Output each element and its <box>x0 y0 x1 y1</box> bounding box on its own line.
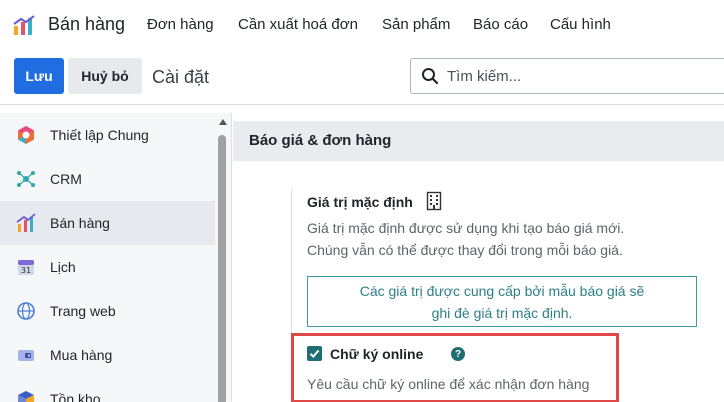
page-title: Cài đặt <box>152 67 210 87</box>
info-text: ghi đè giá trị mặc định. <box>431 304 573 321</box>
search-box[interactable] <box>410 58 724 94</box>
section-header: Báo giá & đơn hàng <box>233 121 724 161</box>
save-button[interactable]: Lưu <box>14 58 64 94</box>
online-signature-label[interactable]: Chữ ký online <box>330 346 423 362</box>
sales-app-icon[interactable] <box>12 14 36 36</box>
menu-products[interactable]: Sản phẩm <box>382 16 450 33</box>
website-app-icon <box>17 302 35 320</box>
inventory-app-icon <box>18 391 34 402</box>
online-signature-description: Yêu cầu chữ ký online để xác nhận đơn hà… <box>307 376 590 392</box>
sidebar-item-label: Lịch <box>50 259 76 275</box>
top-navbar: Bán hàng Đơn hàng Cần xuất hoá đơn Sản p… <box>0 0 724 48</box>
menu-orders[interactable]: Đơn hàng <box>147 16 214 33</box>
sidebar-item-label: CRM <box>50 171 82 187</box>
sidebar-item-general-settings[interactable]: Thiết lập Chung <box>0 113 215 157</box>
settings-sidebar: Thiết lập Chung CRM Bán hàng 31 Lịch Tra… <box>0 113 232 402</box>
search-input[interactable] <box>447 59 717 93</box>
sidebar-item-label: Mua hàng <box>50 347 113 363</box>
help-icon[interactable]: ? <box>451 347 465 361</box>
sidebar-item-inventory[interactable]: Tồn kho <box>0 377 215 402</box>
checkmark-icon <box>309 349 320 358</box>
settings-app-icon <box>18 126 34 144</box>
default-values-description: Giá trị mặc định được sử dụng khi tạo bá… <box>307 220 625 236</box>
discard-button[interactable]: Huỷ bỏ <box>68 58 142 94</box>
quotation-template-info-box: Các giá trị được cung cấp bởi mẫu báo gi… <box>307 276 697 327</box>
menu-to-invoice[interactable]: Cần xuất hoá đơn <box>238 16 358 33</box>
default-values-title: Giá trị mặc định <box>307 194 413 210</box>
control-panel: Lưu Huỷ bỏ Cài đặt <box>0 48 724 105</box>
info-text: Các giá trị được cung cấp bởi mẫu báo gi… <box>359 282 645 299</box>
section-title: Báo giá & đơn hàng <box>249 132 392 149</box>
sidebar-item-label: Bán hàng <box>50 215 110 231</box>
svg-text:31: 31 <box>21 266 31 275</box>
scrollbar-thumb[interactable] <box>218 135 226 402</box>
menu-configuration[interactable]: Cấu hình <box>550 16 611 33</box>
settings-content: Báo giá & đơn hàng Giá trị mặc định Giá … <box>233 113 724 402</box>
sidebar-item-sales[interactable]: Bán hàng <box>0 201 215 245</box>
sidebar-item-calendar[interactable]: 31 Lịch <box>0 245 215 289</box>
sidebar-item-website[interactable]: Trang web <box>0 289 215 333</box>
default-values-description: Chúng vẫn có thể được thay đổi trong mỗi… <box>307 242 623 258</box>
menu-reporting[interactable]: Báo cáo <box>473 16 528 33</box>
app-name[interactable]: Bán hàng <box>48 14 125 35</box>
building-icon[interactable] <box>426 191 442 211</box>
sidebar-item-label: Thiết lập Chung <box>50 127 149 143</box>
sidebar-scrollbar[interactable] <box>216 113 228 402</box>
online-signature-checkbox[interactable] <box>307 346 322 361</box>
sidebar-item-purchase[interactable]: Mua hàng <box>0 333 215 377</box>
sidebar-item-crm[interactable]: CRM <box>0 157 215 201</box>
sidebar-item-label: Tồn kho <box>50 391 101 402</box>
search-icon <box>422 68 439 85</box>
scroll-up-arrow-icon[interactable] <box>219 119 227 125</box>
sidebar-item-label: Trang web <box>50 303 116 319</box>
crm-app-icon <box>17 171 35 187</box>
sales-app-icon <box>16 213 36 232</box>
purchase-app-icon <box>18 350 34 361</box>
calendar-app-icon: 31 <box>18 260 34 275</box>
